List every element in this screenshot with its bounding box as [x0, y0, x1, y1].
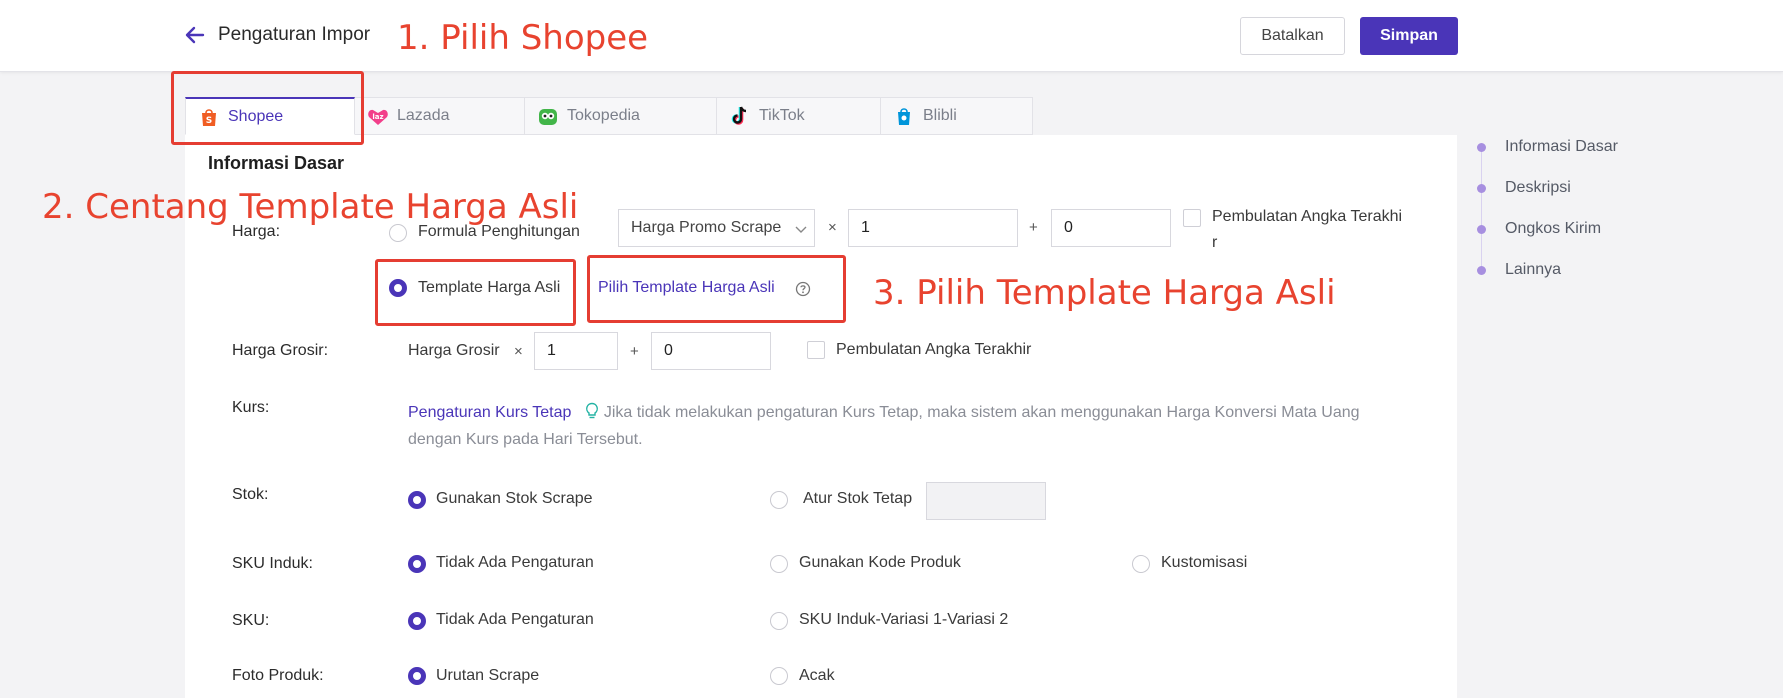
- tokopedia-icon: [537, 105, 559, 127]
- side-nav-label: Lainnya: [1505, 261, 1562, 278]
- stok-scrape-radio[interactable]: [408, 491, 426, 509]
- side-nav-item-informasi-dasar[interactable]: Informasi Dasar: [1477, 138, 1618, 156]
- svg-text:laz: laz: [372, 113, 383, 121]
- stok-scrape-label: Gunakan Stok Scrape: [436, 490, 593, 507]
- sku-induk-none-radio[interactable]: [408, 555, 426, 573]
- chevron-down-icon: [795, 226, 807, 233]
- tab-label: TikTok: [759, 107, 805, 124]
- grosir-label: Harga Grosir:: [232, 342, 329, 359]
- price-rounding-checkbox[interactable]: [1183, 209, 1201, 227]
- annotation-step-3: 3. Pilih Template Harga Asli: [873, 273, 1336, 313]
- nav-dot: [1477, 265, 1486, 275]
- price-source-select[interactable]: Harga Promo Scrape: [618, 209, 815, 247]
- back-arrow-icon[interactable]: [184, 24, 206, 46]
- lightbulb-icon: [585, 402, 598, 419]
- tiktok-icon: [729, 105, 751, 127]
- nav-dot: [1477, 224, 1486, 234]
- foto-scrape-label: Urutan Scrape: [436, 667, 540, 684]
- foto-random-label: Acak: [799, 667, 835, 684]
- price-addend-input[interactable]: 0: [1051, 209, 1171, 247]
- sku-induk-code-radio[interactable]: [770, 555, 788, 573]
- kurs-label: Kurs:: [232, 399, 270, 416]
- fixed-rate-link[interactable]: Pengaturan Kurs Tetap: [408, 404, 571, 421]
- price-rounding-label: Pembulatan Angka Terakhi: [1212, 208, 1403, 225]
- sku-induk-code-label: Gunakan Kode Produk: [799, 554, 961, 571]
- plus-symbol: +: [1029, 219, 1038, 236]
- page-title: Pengaturan Impor: [218, 24, 371, 45]
- nav-dot: [1477, 183, 1486, 193]
- annotation-box-template-link: [587, 255, 846, 323]
- stok-fixed-radio[interactable]: [770, 491, 788, 509]
- cancel-button[interactable]: Batalkan: [1240, 17, 1345, 55]
- grosir-field-label: Harga Grosir: [408, 342, 500, 359]
- side-nav-label: Informasi Dasar: [1505, 138, 1618, 155]
- grosir-rounding-label: Pembulatan Angka Terakhir: [836, 341, 1032, 358]
- grosir-addend-input[interactable]: 0: [651, 332, 771, 370]
- tab-tokopedia[interactable]: Tokopedia: [525, 97, 717, 135]
- side-nav-item-deskripsi[interactable]: Deskripsi: [1477, 179, 1571, 197]
- sku-induk-label: SKU Induk:: [232, 555, 313, 572]
- annotation-box-shopee-tab: [171, 71, 364, 145]
- nav-dot: [1477, 142, 1486, 152]
- tab-label: Tokopedia: [567, 107, 640, 124]
- foto-scrape-radio[interactable]: [408, 667, 426, 685]
- sku-variant-label: SKU Induk-Variasi 1-Variasi 2: [799, 611, 1009, 628]
- section-title: Informasi Dasar: [208, 153, 345, 173]
- kurs-hint-text: Jika tidak melakukan pengaturan Kurs Tet…: [603, 404, 1360, 421]
- tab-label: Blibli: [923, 107, 957, 124]
- multiply-symbol: ×: [828, 219, 837, 236]
- price-source-value: Harga Promo Scrape: [631, 219, 782, 236]
- stok-fixed-label: Atur Stok Tetap: [803, 490, 913, 507]
- blibli-icon: [893, 105, 915, 127]
- grosir-multiplier-input[interactable]: 1: [534, 332, 618, 370]
- tab-label: Lazada: [397, 107, 450, 124]
- side-nav-label: Deskripsi: [1505, 179, 1571, 196]
- annotation-step-2: 2. Centang Template Harga Asli: [42, 187, 579, 227]
- sku-induk-custom-radio[interactable]: [1132, 555, 1150, 573]
- lazada-icon: laz: [367, 105, 389, 127]
- grosir-rounding-checkbox[interactable]: [807, 341, 825, 359]
- sku-variant-radio[interactable]: [770, 612, 788, 630]
- stok-label: Stok:: [232, 486, 269, 503]
- fixed-stock-input[interactable]: [926, 482, 1046, 520]
- tab-blibli[interactable]: Blibli: [881, 97, 1033, 135]
- side-nav-item-lainnya[interactable]: Lainnya: [1477, 261, 1561, 279]
- grosir-plus-symbol: +: [630, 343, 639, 360]
- side-nav-label: Ongkos Kirim: [1505, 220, 1602, 237]
- grosir-multiply-symbol: ×: [514, 343, 523, 360]
- tab-lazada[interactable]: laz Lazada: [355, 97, 525, 135]
- foto-random-radio[interactable]: [770, 667, 788, 685]
- annotation-box-template-radio: [375, 259, 576, 326]
- save-button[interactable]: Simpan: [1360, 17, 1458, 55]
- sku-label: SKU:: [232, 612, 270, 629]
- side-nav-item-ongkos-kirim[interactable]: Ongkos Kirim: [1477, 220, 1601, 238]
- sku-none-label: Tidak Ada Pengaturan: [436, 611, 594, 628]
- annotation-step-1: 1. Pilih Shopee: [397, 18, 649, 58]
- kurs-hint: Pengaturan Kurs Tetap Jika tidak melakuk…: [408, 399, 1408, 453]
- top-bar: Pengaturan Impor Batalkan Simpan: [0, 0, 1783, 72]
- sku-induk-custom-label: Kustomisasi: [1161, 554, 1248, 571]
- kurs-hint-text-2: dengan Kurs pada Hari Tersebut.: [408, 431, 643, 448]
- tab-tiktok[interactable]: TikTok: [717, 97, 881, 135]
- sku-none-radio[interactable]: [408, 612, 426, 630]
- foto-label: Foto Produk:: [232, 667, 324, 684]
- sku-induk-none-label: Tidak Ada Pengaturan: [436, 554, 594, 571]
- side-nav-line: [1481, 146, 1482, 270]
- price-rounding-label-wrap: r: [1212, 234, 1218, 251]
- price-multiplier-input[interactable]: 1: [848, 209, 1018, 247]
